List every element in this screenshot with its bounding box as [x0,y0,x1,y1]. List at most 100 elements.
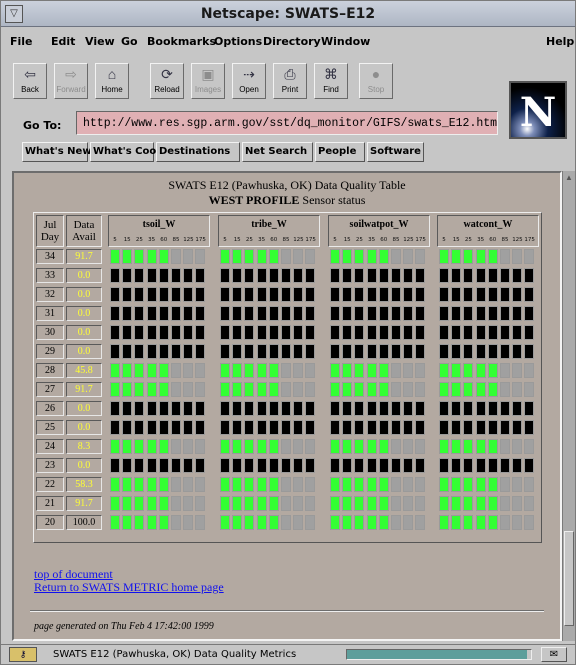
sensor-status-cell [281,325,291,340]
window-title: Netscape: SWATS–E12 [200,6,376,22]
sensor-status-cell [110,401,120,416]
sensor-status-cell [281,515,291,530]
sensor-status-cell [415,344,426,359]
sensor-status-cell [158,306,169,321]
sensor-status-cell [281,477,291,492]
people-button[interactable]: People [315,142,365,162]
location-input[interactable]: http://www.res.sgp.arm.gov/sst/dq_monito… [76,111,498,135]
sensor-status-cell [439,477,449,492]
menu-options[interactable]: Options [214,35,262,48]
sensor-status-cell [403,306,414,321]
destinations-button[interactable]: Destinations [156,142,240,162]
sensor-status-cell [463,325,474,340]
depth-label: 125 [403,237,414,243]
menu-view[interactable]: View [85,35,115,48]
sensor-status-cell [366,439,377,454]
scrollbar-thumb[interactable] [564,531,574,626]
images-button[interactable]: ▣ Images [191,63,225,99]
sensor-status-cell [475,515,486,530]
title-bar[interactable]: ▽ Netscape: SWATS–E12 [1,1,575,27]
software-button[interactable]: Software [367,142,424,162]
sensor-status-cell [500,287,510,302]
sensor-status-cell [512,401,523,416]
sensor-status-cell [524,249,535,264]
home-button[interactable]: ⌂ Home [95,63,129,99]
find-button[interactable]: ⌘ Find [314,63,348,99]
depth-label: 85 [392,237,400,243]
sensor-status-cell [500,458,510,473]
sensor-status-cell [415,325,426,340]
stop-button[interactable]: ● Stop [359,63,393,99]
print-button[interactable]: ⎙ Print [273,63,307,99]
sensor-status-cell [293,458,304,473]
toolbar-button-label: Find [323,85,339,94]
reload-button[interactable]: ⟳ Reload [150,63,184,99]
menu-file[interactable]: File [10,35,33,48]
sensor-status-cell [183,306,194,321]
sensor-status-cell [500,306,510,321]
sensor-status-cell [134,363,145,378]
net-search-button[interactable]: Net Search [242,142,313,162]
whats-cool-button[interactable]: What's Cool? [90,142,165,162]
day-header-cell: Jul Day [36,215,64,247]
depth-label: 60 [160,237,168,243]
sensor-status-cell [512,458,523,473]
sensor-status-cell [463,268,474,283]
sensor-status-cell [403,287,414,302]
sensor-status-cell [342,287,353,302]
sensor-status-cell [171,287,181,302]
sensor-status-cell [512,382,523,397]
menu-help[interactable]: Help [546,35,574,48]
sensor-status-cell [342,401,353,416]
open-icon: ⇢ [243,66,255,82]
mail-icon[interactable]: ✉ [541,647,567,662]
menu-go[interactable]: Go [121,35,138,48]
sensor-status-cell [451,306,462,321]
menu-window[interactable]: Window [321,35,370,48]
scroll-up-arrow-icon[interactable]: ▲ [564,173,574,183]
depth-label: 175 [524,237,535,243]
sensor-status-cell [463,363,474,378]
sensor-status-cell [122,439,133,454]
sensor-status-cell [378,401,389,416]
sensor-status-cell [463,515,474,530]
sensor-status-cell [524,325,535,340]
sensor-status-cell [378,306,389,321]
sensor-status-cell [391,382,401,397]
sensor-status-cell [146,363,157,378]
swats-metric-home-link[interactable]: Return to SWATS METRIC home page [34,580,224,595]
sensor-status-cell [134,325,145,340]
menu-bookmarks[interactable]: Bookmarks [147,35,216,48]
menu-edit[interactable]: Edit [51,35,75,48]
document-viewport[interactable]: SWATS E12 (Pawhuska, OK) Data Quality Ta… [12,171,562,641]
sensor-status-cell [158,363,169,378]
whats-new-button[interactable]: What's New? [22,142,97,162]
sensor-status-cell [354,401,365,416]
open-button[interactable]: ⇢ Open [232,63,266,99]
sensor-status-cell [342,477,353,492]
sensor-status-cell [487,458,498,473]
sensor-status-cell [354,477,365,492]
sensor-status-cell [391,401,401,416]
security-key-icon[interactable]: ⚷ [9,647,37,662]
menu-directory[interactable]: Directory [263,35,321,48]
data-avail-cell: 91.7 [66,382,102,397]
sensor-status-cell [500,477,510,492]
sensor-status-cell [403,477,414,492]
vertical-scrollbar[interactable]: ▲ [562,171,575,641]
sensor-status-cell [183,287,194,302]
back-button[interactable]: ⇦ Back [13,63,47,99]
forward-button[interactable]: ⇨ Forward [54,63,88,99]
sensor-status-cell [500,515,510,530]
sensor-status-cell [487,363,498,378]
sensor-status-cell [451,287,462,302]
sensor-status-cell [451,420,462,435]
sensor-status-cell [220,477,230,492]
sensor-status-cell [366,401,377,416]
depth-label: 35 [477,237,485,243]
sensor-status-cell [146,287,157,302]
netscape-logo[interactable]: N [509,81,567,139]
sensor-status-cell [451,439,462,454]
day-cell: 27 [36,382,64,397]
sensor-status-cell [500,344,510,359]
